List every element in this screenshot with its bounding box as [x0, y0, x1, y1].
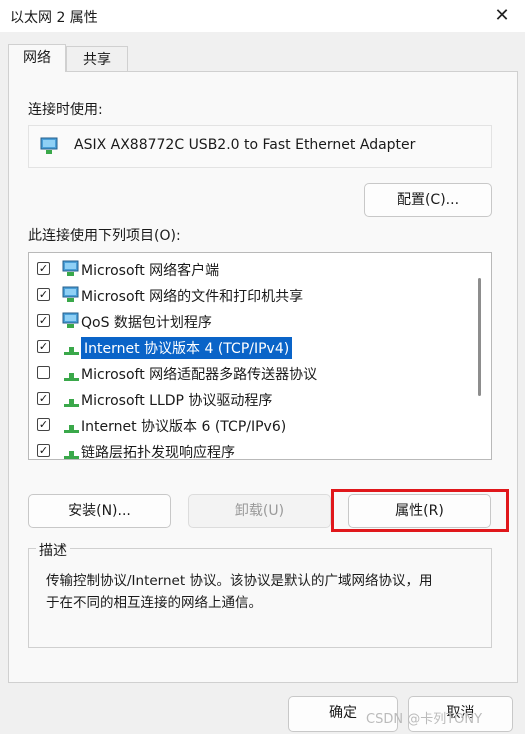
item-label: Microsoft 网络客户端	[81, 263, 220, 279]
list-item-selected[interactable]: ✓ Internet 协议版本 4 (TCP/IPv4)	[29, 334, 477, 360]
item-checkbox[interactable]: ✓	[37, 262, 50, 275]
item-checkbox[interactable]: ✓	[37, 288, 50, 301]
description-title: 描述	[36, 540, 70, 560]
configure-button[interactable]: 配置(C)...	[364, 183, 492, 217]
item-label: Internet 协议版本 6 (TCP/IPv6)	[81, 419, 287, 435]
network-adapter-icon	[40, 137, 58, 154]
protocol-icon	[64, 399, 79, 407]
item-label: Internet 协议版本 4 (TCP/IPv4)	[81, 337, 293, 359]
list-item[interactable]: ✓ Internet 协议版本 6 (TCP/IPv6)	[29, 412, 477, 438]
protocol-icon	[64, 425, 79, 433]
list-item[interactable]: ✓ 链路层拓扑发现响应程序	[29, 438, 477, 460]
annotation-highlight-box	[331, 489, 509, 532]
uninstall-button[interactable]: 卸载(U)	[188, 494, 331, 528]
list-item[interactable]: ✓ Microsoft 网络客户端	[29, 256, 477, 282]
network-client-icon	[62, 260, 79, 276]
item-checkbox[interactable]: ✓	[37, 340, 50, 353]
items-label: 此连接使用下列项目(O):	[28, 228, 181, 244]
list-scrollbar[interactable]	[478, 278, 481, 396]
item-checkbox[interactable]: ✓	[37, 418, 50, 431]
item-label: 链路层拓扑发现响应程序	[81, 445, 235, 460]
connect-using-label: 连接时使用:	[28, 102, 103, 118]
item-checkbox[interactable]: ✓	[37, 314, 50, 327]
tab-sharing[interactable]: 共享	[66, 46, 128, 72]
item-label: Microsoft 网络的文件和打印机共享	[81, 289, 304, 305]
network-client-icon	[62, 312, 79, 328]
protocol-icon	[64, 347, 79, 355]
item-checkbox[interactable]: ✓	[37, 444, 50, 457]
item-checkbox[interactable]: ✓	[37, 392, 50, 405]
item-label: Microsoft 网络适配器多路传送器协议	[81, 367, 318, 383]
description-line-1: 传输控制协议/Internet 协议。该协议是默认的广域网络协议，用	[46, 573, 433, 589]
close-icon[interactable]: ✕	[488, 2, 516, 30]
network-client-icon	[62, 286, 79, 302]
item-label: Microsoft LLDP 协议驱动程序	[81, 393, 273, 409]
window-title: 以太网 2 属性	[10, 10, 98, 26]
title-bar: 以太网 2 属性 ✕	[0, 0, 525, 32]
item-checkbox[interactable]	[37, 366, 50, 379]
install-button[interactable]: 安装(N)...	[28, 494, 171, 528]
list-item[interactable]: ✓ QoS 数据包计划程序	[29, 308, 477, 334]
description-text: 传输控制协议/Internet 协议。该协议是默认的广域网络协议，用 于在不同的…	[46, 570, 486, 614]
components-list[interactable]: ✓ Microsoft 网络客户端 ✓ Microsoft 网络的文件和打印机共…	[28, 252, 492, 460]
list-item[interactable]: Microsoft 网络适配器多路传送器协议	[29, 360, 477, 386]
watermark: CSDN @卡列TONY	[366, 712, 483, 727]
list-item[interactable]: ✓ Microsoft 网络的文件和打印机共享	[29, 282, 477, 308]
list-item[interactable]: ✓ Microsoft LLDP 协议驱动程序	[29, 386, 477, 412]
item-label: QoS 数据包计划程序	[81, 315, 212, 331]
protocol-icon	[64, 451, 79, 459]
tab-network[interactable]: 网络	[8, 44, 66, 72]
protocol-icon	[64, 373, 79, 381]
adapter-name: ASIX AX88772C USB2.0 to Fast Ethernet Ad…	[74, 137, 416, 153]
description-line-2: 于在不同的相互连接的网络上通信。	[46, 595, 262, 611]
adapter-box: ASIX AX88772C USB2.0 to Fast Ethernet Ad…	[28, 125, 492, 168]
